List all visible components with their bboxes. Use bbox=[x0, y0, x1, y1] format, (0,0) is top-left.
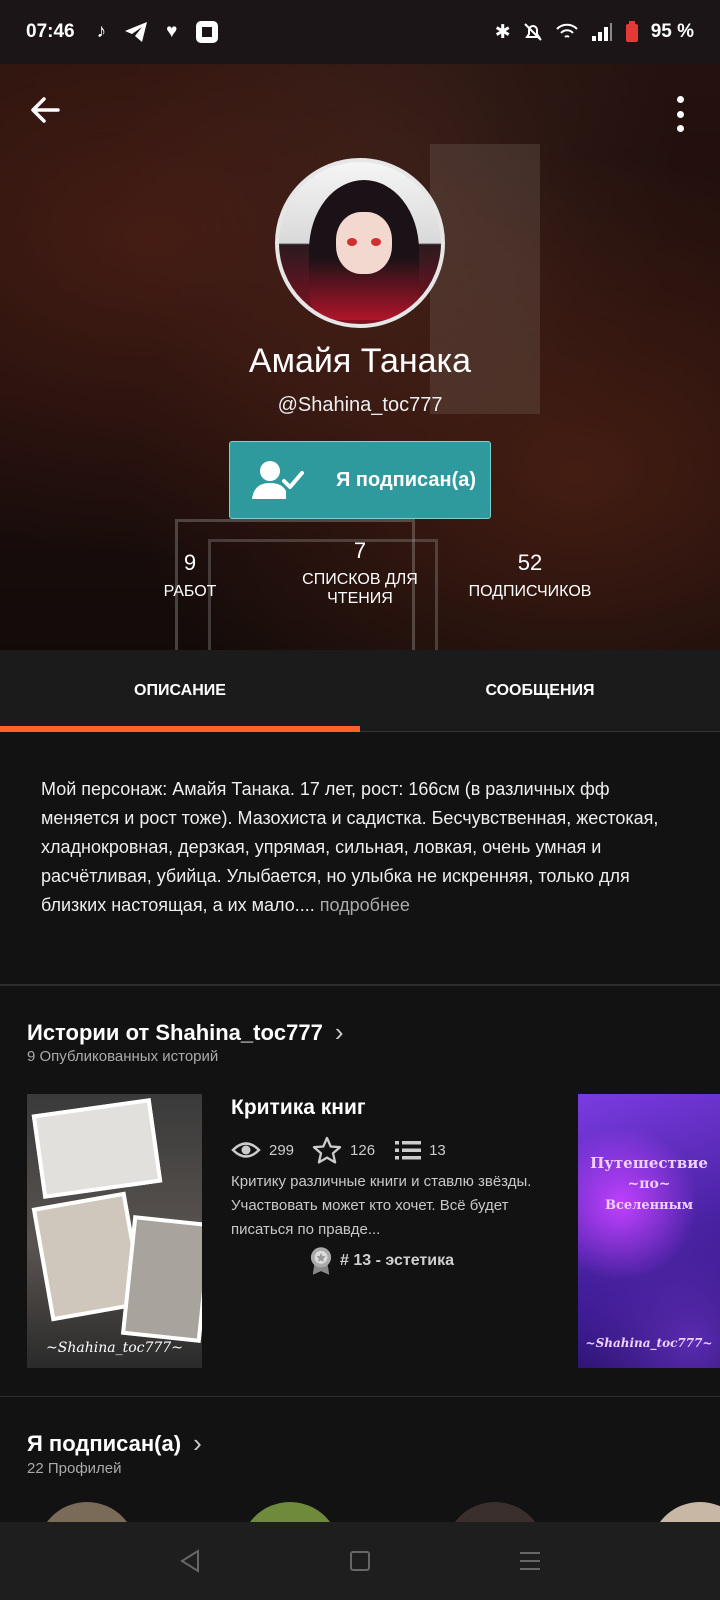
following-section-header[interactable]: Я подписан(а) › bbox=[27, 1428, 202, 1459]
battery-percent: 95 % bbox=[650, 21, 694, 42]
star-icon bbox=[312, 1136, 342, 1164]
chevron-right-icon: › bbox=[193, 1428, 202, 1458]
tab-label: СООБЩЕНИЯ bbox=[485, 681, 595, 699]
wifi-icon bbox=[555, 23, 578, 38]
tab-label: ОПИСАНИЕ bbox=[134, 681, 226, 699]
status-time: 07:46 bbox=[26, 21, 75, 42]
heart-icon: ♥ bbox=[166, 21, 178, 42]
stories-section-header[interactable]: Истории от Shahina_toc777 › bbox=[27, 1017, 344, 1048]
stat-reading-lists[interactable]: 7 СПИСКОВ ДЛЯ ЧТЕНИЯ bbox=[290, 538, 430, 608]
chevron-right-icon: › bbox=[334, 1017, 344, 1047]
story-cover-text: ~Shahina_toc777~ bbox=[585, 1336, 713, 1350]
stories-section-title: Истории от Shahina_toc777 bbox=[27, 1019, 323, 1045]
system-icons: ✱ 95 % bbox=[495, 21, 694, 44]
award-badge-icon bbox=[310, 1247, 332, 1275]
notification-icons: ♪ ♥ bbox=[97, 20, 220, 44]
triangle-back-icon bbox=[180, 1549, 199, 1573]
profile-header: Амайя Танака @Shahina_toc777 Я подписан(… bbox=[0, 64, 720, 650]
tab-messages[interactable]: СООБЩЕНИЯ bbox=[360, 650, 720, 731]
story-cover-caption: ~Shahina_toc777~ bbox=[46, 1340, 183, 1356]
user-check-icon bbox=[252, 461, 304, 499]
description-text: Мой персонаж: Амайя Танака. 17 лет, рост… bbox=[41, 775, 691, 920]
following-count: 22 Профилей bbox=[27, 1460, 122, 1477]
section-divider bbox=[0, 1396, 720, 1397]
parts-list-icon bbox=[395, 1141, 422, 1160]
stat-works[interactable]: 9 РАБОТ bbox=[140, 550, 240, 601]
story-stats: 299 126 13 bbox=[231, 1136, 446, 1164]
profile-handle: @Shahina_toc777 bbox=[277, 394, 443, 416]
story-title[interactable]: Критика книг bbox=[231, 1096, 366, 1120]
nav-home-button[interactable] bbox=[345, 1546, 375, 1576]
story-cover-text: Путешествие bbox=[590, 1154, 708, 1172]
stat-label: РАБОТ bbox=[163, 583, 217, 600]
section-divider bbox=[0, 985, 720, 986]
story-cover-text: Вселенным bbox=[605, 1198, 693, 1213]
nav-back-button[interactable] bbox=[175, 1546, 205, 1576]
stories-count: 9 Опубликованных историй bbox=[27, 1048, 219, 1065]
story-description: Критику различные книги и ставлю звёзды.… bbox=[231, 1173, 532, 1238]
nav-recents-button[interactable] bbox=[515, 1546, 545, 1576]
menu-lines-icon bbox=[520, 1552, 540, 1570]
following-avatars bbox=[0, 1502, 720, 1600]
story-views: 299 bbox=[269, 1141, 295, 1159]
more-options-button[interactable] bbox=[674, 94, 686, 134]
following-button[interactable]: Я подписан(а) bbox=[229, 441, 491, 519]
bluetooth-icon: ✱ bbox=[494, 21, 511, 43]
read-more-link[interactable]: подробнее bbox=[320, 895, 410, 915]
square-home-icon bbox=[350, 1551, 370, 1571]
status-bar: 07:46 ♪ ♥ ✱ 95 % bbox=[0, 0, 720, 64]
profile-stats: 9 РАБОТ 7 СПИСКОВ ДЛЯ ЧТЕНИЯ 52 ПОДПИСЧИ… bbox=[0, 538, 720, 630]
profile-tabs: ОПИСАНИЕ СООБЩЕНИЯ bbox=[0, 650, 720, 732]
app-icon bbox=[196, 21, 219, 43]
profile-avatar bbox=[275, 158, 445, 328]
stat-label: СПИСКОВ ДЛЯ ЧТЕНИЯ bbox=[302, 571, 418, 607]
more-dot-icon bbox=[676, 125, 684, 132]
back-arrow-icon bbox=[31, 97, 60, 123]
profile-description: Мой персонаж: Амайя Танака. 17 лет, рост… bbox=[0, 733, 720, 985]
story-ranking-tag[interactable]: # 13 - эстетика bbox=[310, 1246, 454, 1276]
eye-icon bbox=[231, 1142, 261, 1158]
mute-icon bbox=[523, 23, 542, 41]
battery-icon bbox=[625, 21, 638, 42]
story-votes: 126 bbox=[350, 1141, 376, 1159]
stat-value: 9 bbox=[183, 550, 197, 575]
stat-value: 52 bbox=[517, 550, 543, 575]
stat-followers[interactable]: 52 ПОДПИСЧИКОВ bbox=[455, 550, 605, 601]
story-cover-text: ~по~ bbox=[627, 1176, 671, 1192]
stat-label: ПОДПИСЧИКОВ bbox=[468, 583, 592, 600]
system-nav-bar bbox=[0, 1522, 720, 1600]
stat-value: 7 bbox=[353, 538, 367, 563]
story-parts: 13 bbox=[429, 1141, 446, 1159]
story-cover[interactable]: ~Shahina_toc777~ bbox=[27, 1094, 202, 1368]
tab-description[interactable]: ОПИСАНИЕ bbox=[0, 650, 360, 732]
story-cover[interactable]: Путешествие ~по~ Вселенным ~Shahina_toc7… bbox=[578, 1094, 720, 1368]
more-dot-icon bbox=[676, 110, 684, 118]
telegram-icon bbox=[125, 22, 148, 42]
music-note-icon: ♪ bbox=[96, 21, 107, 42]
signal-icon bbox=[591, 23, 612, 41]
following-section-title: Я подписан(а) bbox=[27, 1430, 182, 1456]
back-button[interactable] bbox=[28, 92, 68, 132]
more-dot-icon bbox=[676, 96, 684, 103]
profile-name: Амайя Танака bbox=[248, 342, 472, 380]
following-button-label: Я подписан(а) bbox=[336, 468, 477, 491]
story-tag-label: # 13 - эстетика bbox=[340, 1252, 454, 1269]
